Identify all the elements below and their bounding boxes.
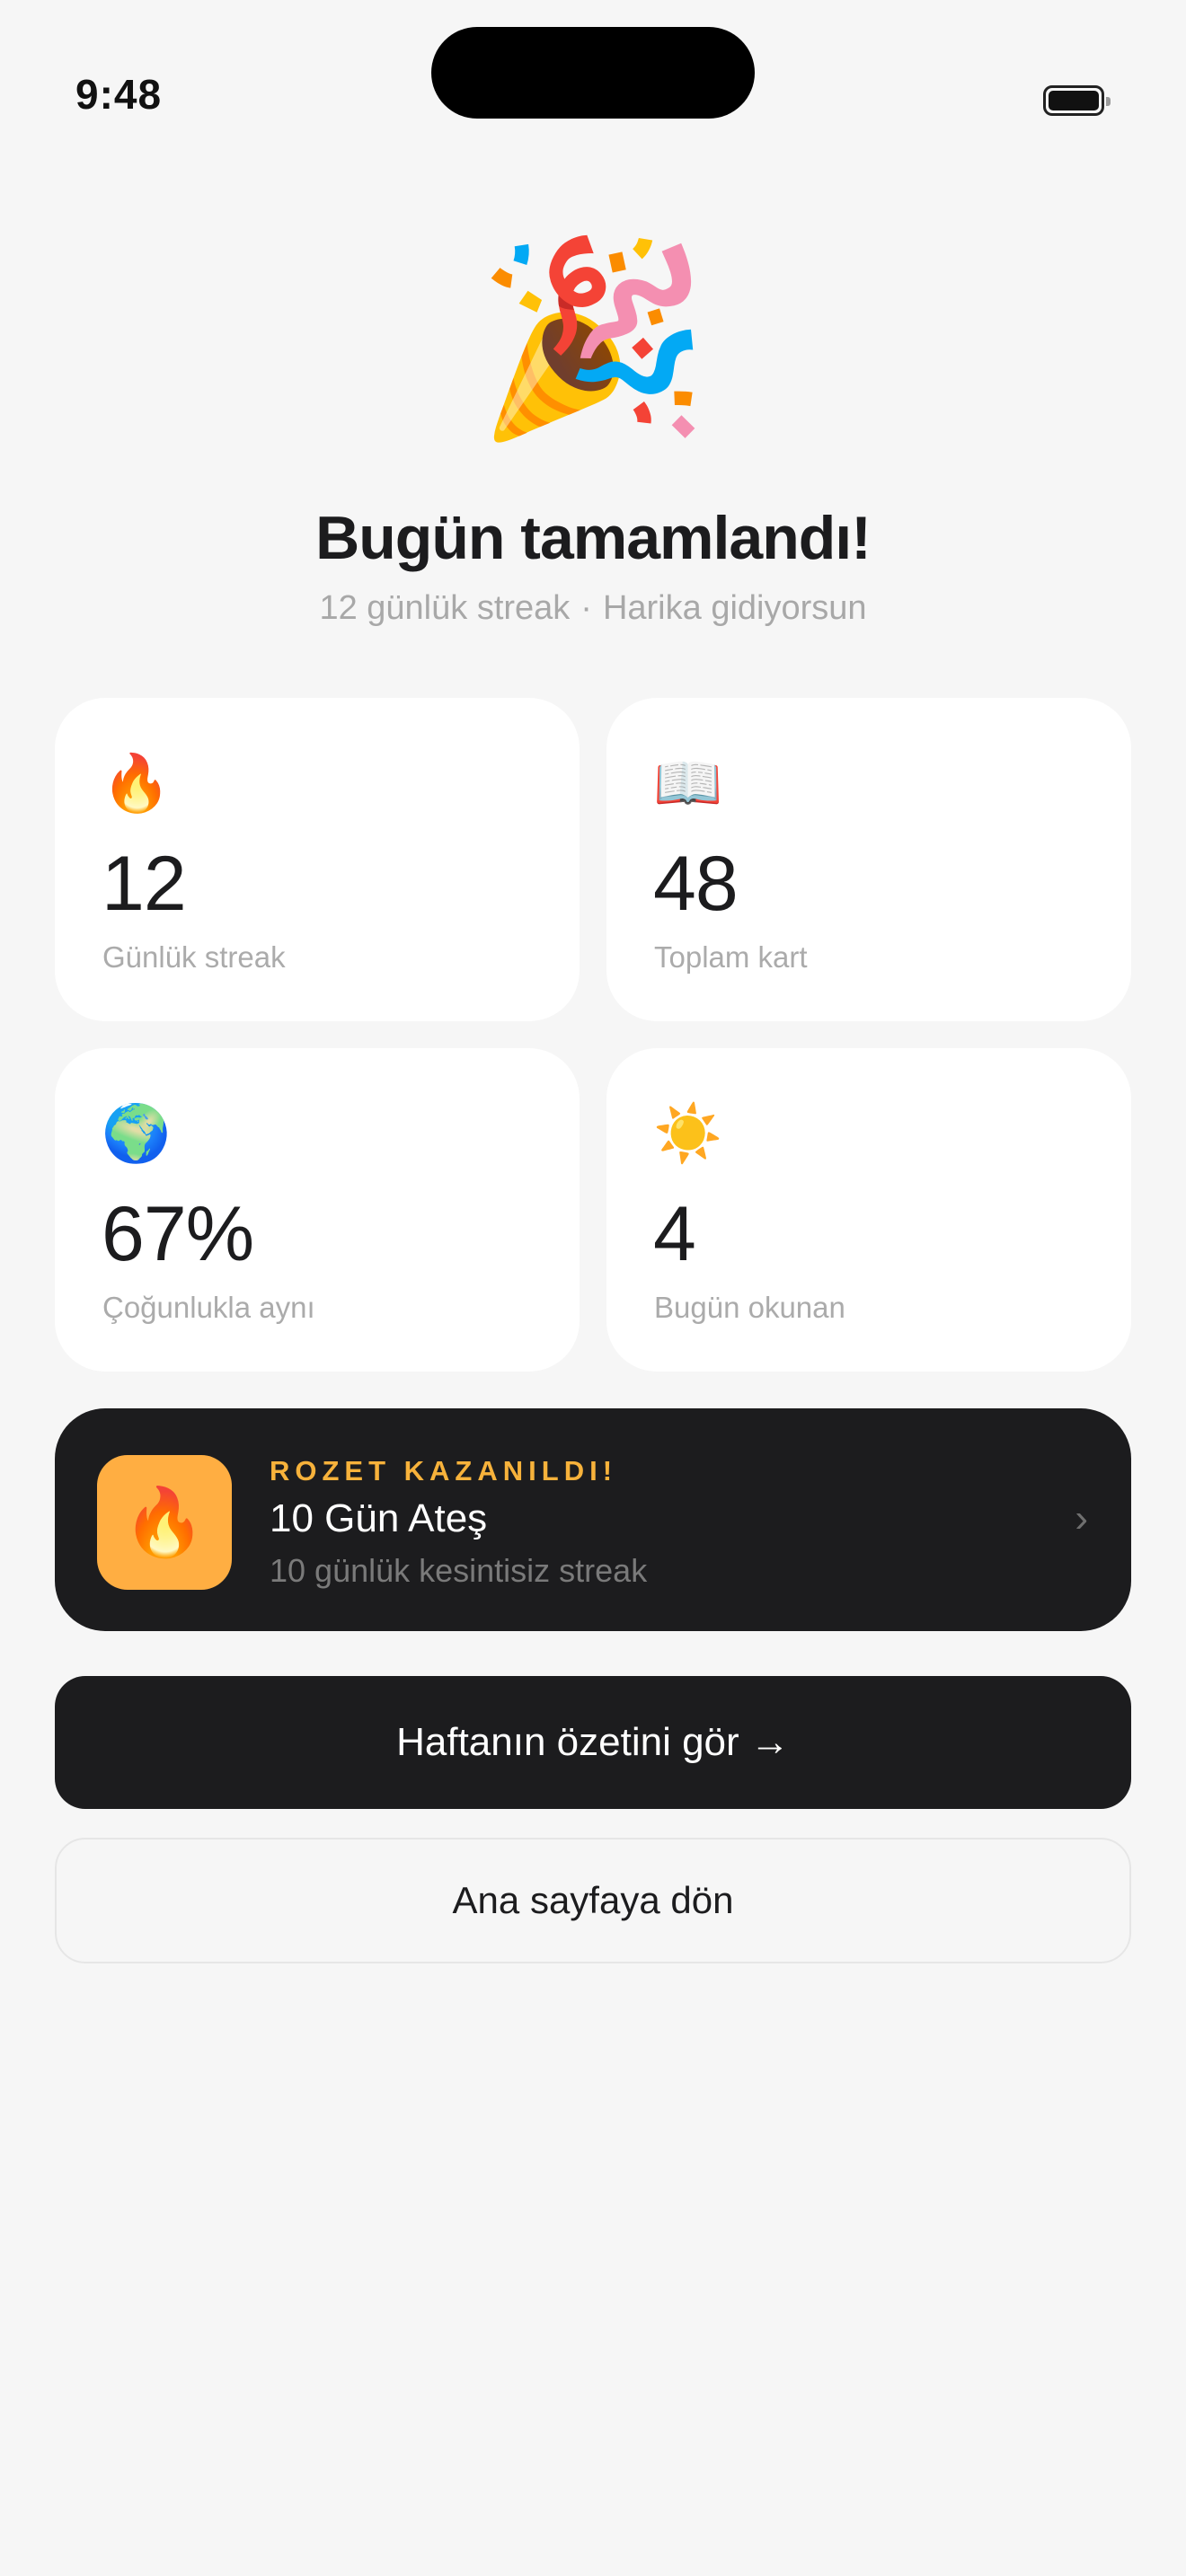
- status-time: 9:48: [75, 71, 163, 118]
- stat-label: Günlük streak: [102, 940, 286, 974]
- page-subtitle: 12 günlük streak · Harika gidiyorsun: [0, 589, 1186, 628]
- badge-earned-banner[interactable]: 🔥 ROZET KAZANILDI! 10 Gün Ateş 10 günlük…: [55, 1408, 1131, 1631]
- party-popper-icon: 🎉: [475, 233, 711, 444]
- open-book-icon: 📖: [653, 753, 723, 815]
- badge-title: 10 Gün Ateş: [270, 1496, 488, 1540]
- stat-label: Bugün okunan: [654, 1291, 845, 1324]
- subtitle-separator: ·: [580, 589, 592, 627]
- page-title: Bugün tamamlandı!: [315, 504, 872, 572]
- stat-value: 48: [653, 841, 739, 927]
- stat-card-majority: 🌍 67% Çoğunlukla aynı: [55, 1048, 580, 1372]
- battery-icon: [1043, 85, 1111, 116]
- subtitle-encouragement: Harika gidiyorsun: [602, 589, 867, 627]
- stat-value: 12: [102, 841, 187, 927]
- home-button[interactable]: Ana sayfaya dön: [55, 1838, 1131, 1963]
- stat-label: Toplam kart: [654, 940, 808, 974]
- stat-label: Çoğunlukla aynı: [102, 1291, 315, 1324]
- stat-card-total-cards: 📖 48 Toplam kart: [606, 698, 1131, 1021]
- completion-screen: 9:48 🎉 Bugün tamamlandı! 12 günlük strea…: [0, 0, 1186, 2576]
- stat-value: 4: [653, 1191, 696, 1277]
- badge-fire-icon: 🔥: [97, 1455, 232, 1590]
- dynamic-island: [431, 27, 755, 119]
- fire-icon: 🔥: [102, 753, 172, 815]
- weekly-summary-button[interactable]: Haftanın özetini gör →: [55, 1676, 1131, 1809]
- badge-subtitle: 10 günlük kesintisiz streak: [270, 1552, 648, 1589]
- subtitle-streak: 12 günlük streak: [319, 589, 571, 627]
- sun-icon: ☀️: [653, 1103, 723, 1165]
- stat-value: 67%: [102, 1191, 254, 1277]
- globe-icon: 🌍: [102, 1103, 172, 1165]
- stat-card-streak: 🔥 12 Günlük streak: [55, 698, 580, 1021]
- stat-card-read-today: ☀️ 4 Bugün okunan: [606, 1048, 1131, 1372]
- badge-kicker: ROZET KAZANILDI!: [270, 1455, 618, 1486]
- chevron-right-icon: ›: [1075, 1496, 1088, 1540]
